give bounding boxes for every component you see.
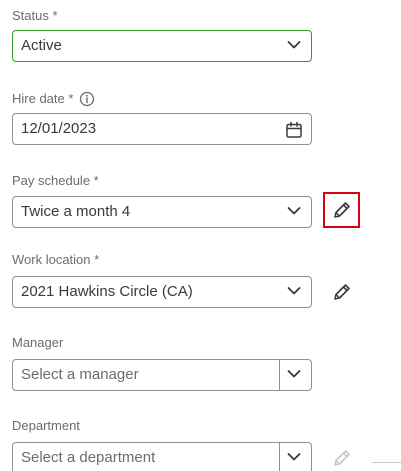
manager-label-text: Manager (12, 335, 64, 350)
pay-schedule-field: Pay schedule * (12, 173, 99, 189)
status-field: Status * (12, 8, 58, 24)
department-label: Department (12, 418, 80, 434)
department-select[interactable]: Select a department (12, 442, 312, 471)
pencil-icon (334, 284, 350, 300)
status-label-text: Status * (12, 8, 58, 23)
divider (372, 462, 401, 463)
manager-placeholder: Select a manager (21, 366, 139, 383)
employee-employment-form: Status * Active Hire date * 12/01/2023 P… (0, 0, 401, 471)
work-location-field: Work location * (12, 252, 99, 268)
hire-date-input[interactable]: 12/01/2023 (12, 113, 312, 145)
status-label: Status * (12, 8, 58, 24)
hire-date-value: 12/01/2023 (21, 120, 97, 137)
work-location-select[interactable]: 2021 Hawkins Circle (CA) (12, 276, 312, 308)
work-location-label: Work location * (12, 252, 99, 268)
info-icon[interactable] (79, 91, 95, 107)
manager-label: Manager (12, 335, 63, 351)
department-placeholder: Select a department (21, 449, 156, 466)
chevron-down-icon[interactable] (287, 369, 301, 379)
work-location-value: 2021 Hawkins Circle (CA) (21, 283, 193, 300)
divider (279, 443, 280, 471)
chevron-down-icon (287, 287, 301, 295)
hire-date-field: Hire date * (12, 91, 95, 107)
calendar-icon[interactable] (285, 121, 303, 139)
manager-field: Manager (12, 335, 63, 351)
edit-department-button (324, 440, 360, 471)
hire-date-label: Hire date * (12, 91, 95, 107)
manager-select[interactable]: Select a manager (12, 359, 312, 391)
edit-work-location-button[interactable] (324, 274, 360, 310)
pencil-icon (333, 202, 350, 218)
chevron-down-icon (287, 207, 301, 215)
divider (279, 360, 280, 390)
hire-date-label-text: Hire date * (12, 91, 74, 106)
work-location-label-text: Work location * (12, 252, 100, 267)
chevron-down-icon (287, 41, 301, 49)
department-field: Department (12, 418, 80, 434)
status-select[interactable]: Active (12, 30, 312, 62)
department-label-text: Department (12, 418, 80, 433)
edit-pay-schedule-button[interactable] (323, 192, 360, 228)
status-value: Active (21, 37, 62, 54)
pay-schedule-value: Twice a month 4 (21, 203, 131, 220)
pencil-icon (334, 450, 350, 466)
pay-schedule-label: Pay schedule * (12, 173, 99, 189)
pay-schedule-select[interactable]: Twice a month 4 (12, 196, 312, 228)
chevron-down-icon[interactable] (287, 452, 301, 462)
pay-schedule-label-text: Pay schedule * (12, 173, 99, 188)
